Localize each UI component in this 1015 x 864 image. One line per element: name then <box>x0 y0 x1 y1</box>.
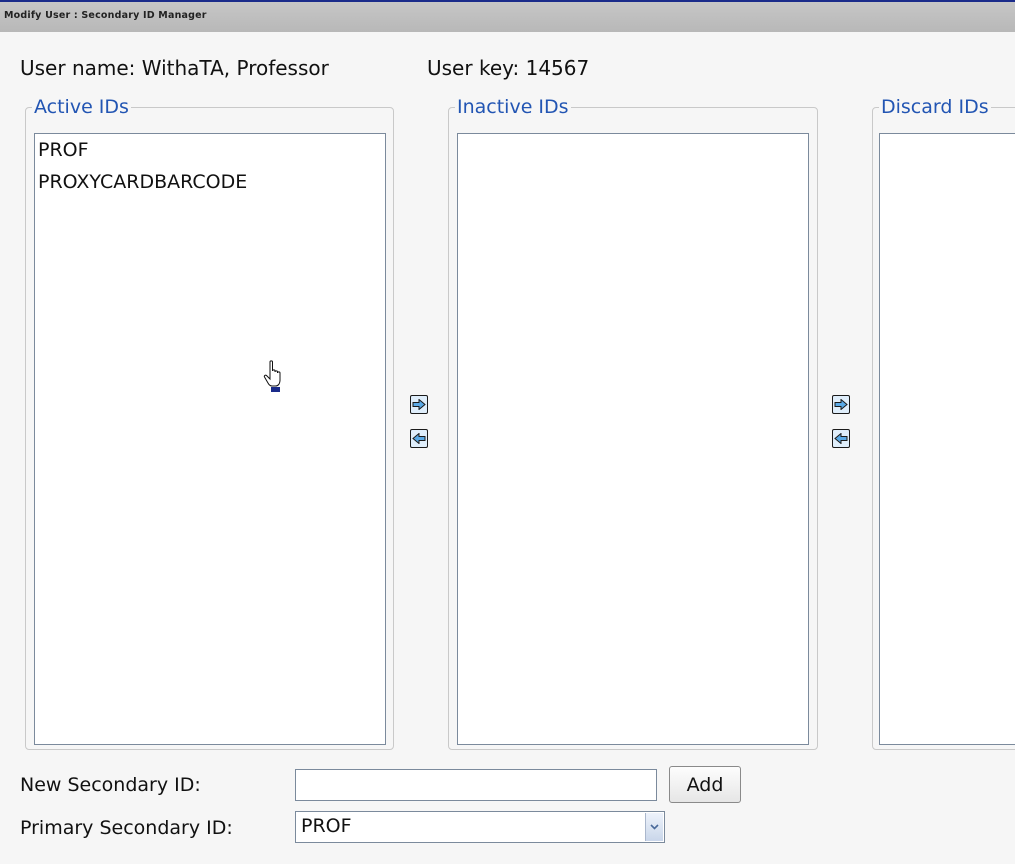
move-to-inactive-button[interactable] <box>410 395 428 414</box>
primary-secondary-id-select[interactable]: PROF <box>295 811 665 843</box>
inactive-ids-legend: Inactive IDs <box>457 96 569 118</box>
list-item[interactable]: PROXYCARDBARCODE <box>35 166 385 198</box>
active-ids-legend: Active IDs <box>34 96 129 118</box>
arrow-left-icon <box>412 433 426 444</box>
hand-cursor-icon <box>263 360 281 392</box>
primary-secondary-id-value: PROF <box>301 815 352 837</box>
list-item[interactable]: PROF <box>35 134 385 166</box>
discard-ids-legend: Discard IDs <box>881 96 989 118</box>
add-button[interactable]: Add <box>669 766 741 803</box>
new-secondary-id-input[interactable] <box>295 769 657 801</box>
arrow-right-icon <box>412 399 426 410</box>
window-titlebar: Modify User : Secondary ID Manager <box>0 0 1015 32</box>
active-ids-listbox[interactable]: PROF PROXYCARDBARCODE <box>34 133 386 745</box>
move-to-active-button[interactable] <box>410 429 428 448</box>
user-key-text: User key: 14567 <box>427 56 590 80</box>
user-name-text: User name: WithaTA, Professor <box>20 56 329 80</box>
window-title: Modify User : Secondary ID Manager <box>4 10 207 21</box>
move-to-inactive-from-discard-button[interactable] <box>832 429 850 448</box>
chevron-down-icon[interactable] <box>645 813 663 841</box>
move-to-discard-button[interactable] <box>832 395 850 414</box>
discard-ids-listbox[interactable] <box>879 133 1015 745</box>
new-secondary-id-label: New Secondary ID: <box>20 774 201 796</box>
arrow-right-icon <box>834 399 848 410</box>
arrow-left-icon <box>834 433 848 444</box>
primary-secondary-id-label: Primary Secondary ID: <box>20 817 233 839</box>
inactive-ids-listbox[interactable] <box>457 133 809 745</box>
